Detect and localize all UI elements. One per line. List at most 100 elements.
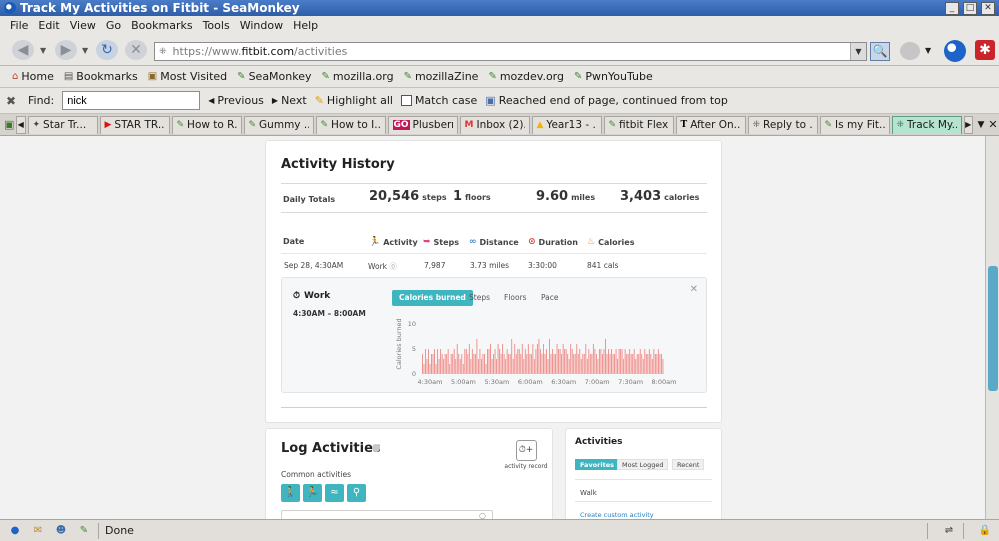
chart-bar [482,354,484,374]
menu-go[interactable]: Go [106,19,121,32]
menu-view[interactable]: View [70,19,96,32]
match-case-checkbox[interactable]: Match case [400,94,477,107]
tab-list-icon[interactable]: ▣ [4,118,16,131]
menu-file[interactable]: File [10,19,28,32]
column-header-duration[interactable]: ⊙ Duration [528,237,578,247]
bookmark-bookmarks[interactable]: ▤ Bookmarks [64,70,138,83]
column-header-calories[interactable]: ♨ Calories [587,237,634,247]
find-previous-button[interactable]: ◀ Previous [208,94,264,107]
swim-icon[interactable]: ≈ [325,484,344,502]
run-icon[interactable]: 🏃 [303,484,322,502]
bookmark-pwnyoutube[interactable]: ✎ PwnYouTube [574,70,653,83]
padlock-icon[interactable]: 🔒 [977,524,993,538]
bookmark-icon: ✎ [237,71,246,82]
menu-window[interactable]: Window [240,19,283,32]
tab-reply-to[interactable]: ⁜Reply to ... [747,115,818,134]
activity-list-item[interactable]: Walk [580,489,597,497]
tab-how-to-i[interactable]: ✎ How to I... [315,115,386,134]
chart-bar [541,354,543,374]
browser-icon[interactable]: ● [7,524,23,538]
find-input[interactable] [62,91,201,110]
bookmark-mozillazine[interactable]: ✎ mozillaZine [404,70,479,83]
bike-icon[interactable]: ⚲ [347,484,366,502]
create-custom-activity-link[interactable]: Create custom activity [580,511,654,519]
chart-bar [647,354,649,374]
tab-is-my-fit[interactable]: ✎ Is my Fit... [819,115,890,134]
row-activity[interactable]: Work ⓪ [368,261,397,272]
minimize-button[interactable]: _ [945,1,959,15]
mail-icon[interactable]: ✉ [30,524,46,538]
menu-tools[interactable]: Tools [203,19,230,32]
column-header-distance[interactable]: ∞ Distance [469,237,519,247]
chat-icon[interactable]: ☻ [53,524,69,538]
all-tabs-dropdown-icon[interactable]: ▼ [975,120,987,130]
menu-edit[interactable]: Edit [38,19,59,32]
stop-button[interactable]: ✕ [125,40,147,60]
back-button[interactable]: ◀ [12,40,34,60]
chart-bar [659,354,661,374]
tab-calories-burned[interactable]: Calories burned [392,290,473,306]
url-bar[interactable]: ⁜ https://www. fitbit.com/activities ▼ [154,42,867,61]
chart-bar [564,349,566,374]
stopwatch-icon: ⏱ [293,291,301,301]
bookmark-mozilla-org[interactable]: ✎ mozilla.org [322,70,394,83]
tab-how-to-r[interactable]: ✎How to R... [171,115,242,134]
site-identity-icon[interactable]: ⁜ [159,47,167,57]
bookmark-seamonkey[interactable]: ✎ SeaMonkey [237,70,311,83]
chart-bar [539,349,541,374]
bookmark-icon: ✎ [321,71,330,82]
scrollbar-thumb[interactable] [988,266,998,391]
bookmark-most-visited[interactable]: ▣ Most Visited [148,70,227,83]
close-find-bar-icon[interactable]: ✖ [6,94,20,108]
tab-recent[interactable]: Recent [672,459,705,470]
url-history-dropdown-icon[interactable]: ▼ [850,43,866,60]
close-tab-icon[interactable]: ✕ [987,118,999,131]
reload-button[interactable]: ↻ [96,40,118,60]
print-button[interactable] [900,42,920,60]
tab-after-on[interactable]: T After On... [675,115,746,134]
tab-gummy[interactable]: ✎ Gummy ... [243,115,314,134]
chart-bar [496,359,498,374]
forward-button[interactable]: ▶ [55,40,77,60]
tab-scroll-right-button[interactable]: ▶ [963,115,973,134]
close-detail-icon[interactable]: ✕ [690,284,698,295]
red-extension-icon[interactable]: ✱ [975,40,995,60]
tab-floors[interactable]: Floors [504,290,527,306]
tab-pace[interactable]: Pace [541,290,559,306]
tab-most-logged[interactable]: Most Logged [617,459,669,470]
chart-bar [660,354,662,374]
column-header-activity[interactable]: 🏃 Activity [369,237,418,247]
tab-steps[interactable]: Steps [469,290,490,306]
menu-help[interactable]: Help [293,19,318,32]
maximize-button[interactable]: □ [963,1,977,15]
highlight-all-button[interactable]: ✎ Highlight all [315,94,393,107]
info-icon[interactable] [372,444,380,452]
back-dropdown-icon[interactable]: ▼ [40,46,46,55]
walk-icon[interactable]: 🚶 [281,484,300,502]
activity-search-input[interactable]: ○ [281,510,493,519]
activity-record-button[interactable]: ⏱+ activity record [503,440,549,470]
column-header-steps[interactable]: ➥ Steps [423,237,459,247]
tab-plusberr[interactable]: GOPlusberr... [387,115,458,134]
search-icon[interactable]: 🔍 [870,42,890,61]
tab-star-trek-youtube[interactable]: ▶ STAR TR... [99,115,170,134]
composer-icon[interactable]: ✎ [76,524,92,538]
tab-fitbit-flex[interactable]: ✎fitbit Flex... [603,115,674,134]
bookmark-home[interactable]: ⌂ Home [12,70,54,83]
tab-scroll-left-button[interactable]: ◀ [16,115,26,134]
find-next-button[interactable]: ▶ Next [272,94,307,107]
tab-year13[interactable]: ▲Year13 - ... [531,115,602,134]
forward-dropdown-icon[interactable]: ▼ [82,46,88,55]
print-dropdown-icon[interactable]: ▼ [925,46,931,55]
tab-favorites[interactable]: Favorites [575,459,619,470]
chart-bar [503,354,505,374]
chart-bar [485,364,487,374]
close-window-button[interactable]: ✕ [981,1,995,15]
tab-star-trek[interactable]: ✦ Star Tr... [27,115,98,134]
bookmark-mozdev-org[interactable]: ✎ mozdev.org [488,70,564,83]
tab-track-my[interactable]: ⁜ Track My... [891,115,962,134]
page-scrollbar[interactable] [985,136,999,519]
column-header-date[interactable]: Date [283,237,304,246]
menu-bookmarks[interactable]: Bookmarks [131,19,192,32]
tab-inbox[interactable]: MInbox (2)... [459,115,530,134]
